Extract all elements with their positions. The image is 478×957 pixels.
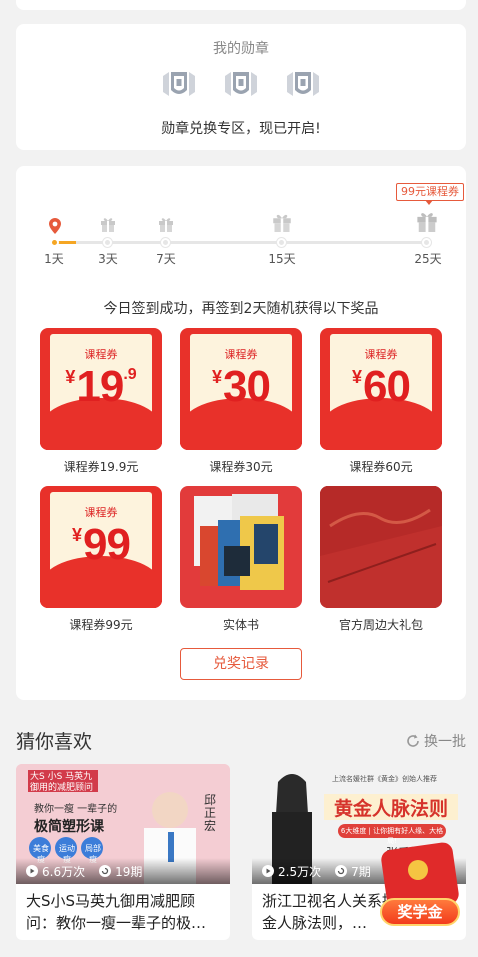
- coupon-image: 课程券 ¥60: [320, 328, 442, 450]
- signin-message: 今日签到成功，再签到2天随机获得以下奖品: [103, 301, 379, 317]
- progress-node: [161, 238, 170, 247]
- day-label: 25天: [414, 252, 442, 266]
- progress-node-current: [50, 238, 59, 247]
- episode-count: 7期: [351, 864, 371, 879]
- redeem-records-button[interactable]: 兑奖记录: [180, 648, 302, 680]
- coupon-amount: ¥99: [72, 520, 131, 569]
- cover-line1: 教你一瘦 一辈子的: [34, 804, 118, 815]
- course-card[interactable]: 大S 小S 马英九 御用的减肥顾问 教你一瘦 一辈子的 极简塑形课 邱正宏 美食…: [16, 764, 230, 940]
- gift-icon: [159, 218, 173, 232]
- medal-icon[interactable]: [159, 68, 199, 104]
- play-count: 2.5万次: [278, 864, 322, 879]
- cover-line2: 极简塑形课: [34, 819, 104, 835]
- books-illustration: [194, 494, 284, 590]
- prize-caption: 课程券19.9元: [63, 460, 139, 474]
- previous-card-edge: [16, 0, 466, 10]
- course-stats: 6.6万次 19期: [16, 858, 230, 884]
- refresh-label: 换一批: [424, 734, 466, 750]
- coupon-image: 课程券 ¥19.9: [40, 328, 162, 450]
- progress-node: [277, 238, 286, 247]
- prize-caption: 课程券30元: [209, 460, 273, 474]
- prize-coupon[interactable]: 课程券 ¥19.9 课程券19.9元: [40, 328, 162, 475]
- prize-caption: 官方周边大礼包: [338, 618, 423, 632]
- day-label: 15天: [268, 252, 296, 266]
- prize-coupon[interactable]: 课程券 ¥30 课程券30元: [180, 328, 302, 475]
- medal-icon[interactable]: [221, 68, 261, 104]
- medal-exchange-note[interactable]: 勋章兑换专区，现已开启!: [16, 118, 466, 138]
- refresh-button[interactable]: 换一批: [405, 731, 466, 751]
- episodes-icon: [335, 865, 348, 877]
- coupon-image: 课程券 ¥30: [180, 328, 302, 450]
- progress-node: [422, 238, 431, 247]
- guess-section-title: 猜你喜欢: [16, 731, 93, 753]
- signin-card: 99元课程券 1天 3天 7天 15天 25天 今日签到成功，再签到2天随机获得…: [16, 166, 466, 700]
- location-pin-icon: [49, 218, 61, 234]
- gift-box-image: [320, 486, 442, 608]
- course-thumbnail: 大S 小S 马英九 御用的减肥顾问 教你一瘦 一辈子的 极简塑形课 邱正宏 美食…: [16, 764, 230, 884]
- medal-list[interactable]: [16, 68, 466, 104]
- scholarship-label: 奖学金: [380, 898, 460, 926]
- progress-node: [103, 238, 112, 247]
- gift-icon: [417, 213, 437, 232]
- episode-count: 19期: [115, 864, 143, 879]
- cover-line1: 黄金人脉法则: [333, 798, 448, 820]
- day-label: 3天: [98, 252, 118, 266]
- day-label: 1天: [44, 252, 64, 266]
- cover-tag: 上流名媛社群《黄金》创始人推荐: [332, 775, 437, 783]
- cover-name: 邱正宏: [204, 793, 217, 833]
- prize-caption: 课程券60元: [349, 460, 413, 474]
- prize-coupon[interactable]: 课程券 ¥60 课程券60元: [320, 328, 442, 475]
- gift-box-illustration: [320, 486, 442, 608]
- cover-tag: 大S 小S 马英九 御用的减肥顾问: [30, 772, 94, 793]
- refresh-icon: [407, 734, 419, 747]
- prize-caption: 课程券99元: [69, 618, 133, 632]
- prize-books[interactable]: 实体书: [180, 486, 302, 633]
- course-title: 大S小S马英九御用减肥顾问：教你一瘦一辈子的极…: [26, 892, 207, 932]
- prize-coupon[interactable]: 课程券 ¥99 课程券99元: [40, 486, 162, 633]
- milestone-tag: 99元课程券: [396, 183, 464, 205]
- coupon-image: 课程券 ¥99: [40, 486, 162, 608]
- coin-icon: [408, 860, 428, 880]
- play-icon: [26, 865, 38, 877]
- play-icon: [262, 865, 274, 877]
- coupon-amount: ¥30: [212, 362, 271, 411]
- medal-title: 我的勋章: [213, 41, 269, 57]
- page: 我的勋章 勋章兑换专区，现已开启! 99元课程券 1天 3天 7天 15天 25…: [0, 0, 478, 957]
- episodes-icon: [99, 865, 112, 877]
- coupon-amount: ¥60: [352, 362, 411, 411]
- prize-gift-box[interactable]: 官方周边大礼包: [320, 486, 442, 633]
- gift-icon: [101, 218, 115, 232]
- prize-caption: 实体书: [222, 618, 259, 632]
- medal-icon[interactable]: [283, 68, 323, 104]
- play-count: 6.6万次: [42, 864, 86, 879]
- day-label: 7天: [156, 252, 176, 266]
- gift-icon: [273, 214, 291, 232]
- coupon-amount: ¥19.9: [65, 362, 137, 411]
- medal-card: 我的勋章 勋章兑换专区，现已开启!: [16, 24, 466, 150]
- books-image: [180, 486, 302, 608]
- scholarship-float-button[interactable]: 奖学金: [378, 836, 462, 932]
